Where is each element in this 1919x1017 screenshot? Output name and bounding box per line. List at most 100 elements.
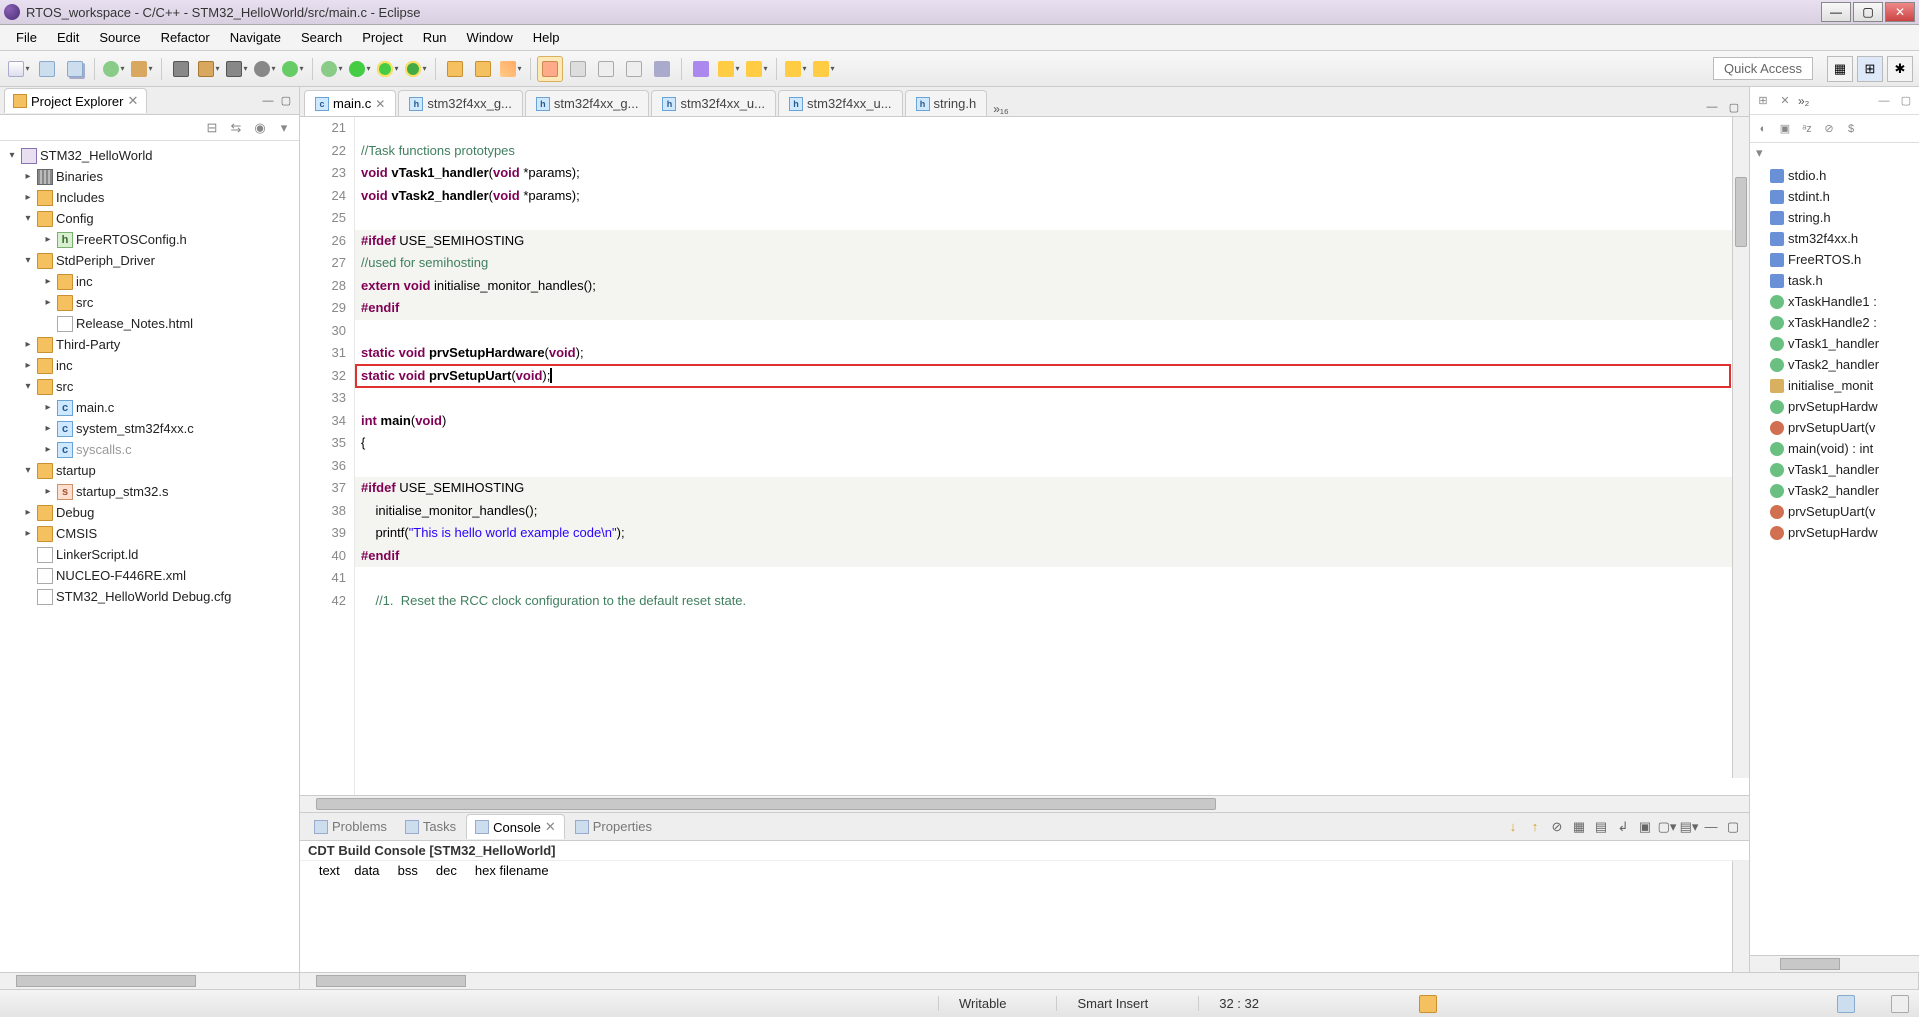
- outline-menu-button[interactable]: ▾: [1756, 145, 1763, 160]
- run-last-button[interactable]: ▾: [375, 56, 401, 82]
- code-line[interactable]: [355, 207, 1749, 230]
- new-console-button[interactable]: ▢▾: [1657, 817, 1677, 837]
- bottom-tab-console[interactable]: Console ✕: [466, 814, 565, 839]
- quick-access-input[interactable]: Quick Access: [1713, 57, 1813, 80]
- minimize-view-button[interactable]: —: [259, 92, 277, 110]
- outline-hide2-button[interactable]: $: [1842, 120, 1860, 138]
- outline-item[interactable]: initialise_monit: [1752, 375, 1917, 396]
- tree-item[interactable]: ▸src: [0, 292, 299, 313]
- editor-tab[interactable]: hstm32f4xx_u...: [651, 90, 776, 116]
- debug-button[interactable]: ▾: [319, 56, 345, 82]
- terminate-button[interactable]: ▤▾: [1679, 817, 1699, 837]
- outline-item[interactable]: stdio.h: [1752, 165, 1917, 186]
- expand-icon[interactable]: ▾: [22, 255, 34, 266]
- outline-az-button[interactable]: ᵃz: [1798, 120, 1816, 138]
- outer-horizontal-scrollbar[interactable]: [0, 972, 1919, 989]
- package-button[interactable]: ▾: [196, 56, 222, 82]
- expand-icon[interactable]: ▸: [22, 507, 34, 518]
- close-icon[interactable]: ✕: [375, 97, 385, 111]
- focus-button[interactable]: ◉: [251, 119, 269, 137]
- code-line[interactable]: printf("This is hello world example code…: [355, 522, 1749, 545]
- tree-item[interactable]: ▸Includes: [0, 187, 299, 208]
- outline-horizontal-scrollbar[interactable]: [1750, 955, 1919, 972]
- target-button[interactable]: ▾: [224, 56, 250, 82]
- open-perspective-button[interactable]: ▦: [1827, 56, 1853, 82]
- menu-source[interactable]: Source: [89, 26, 150, 49]
- step-up-button[interactable]: ▾: [744, 56, 770, 82]
- outline-maximize-button[interactable]: ▢: [1897, 92, 1915, 110]
- console-vertical-scrollbar[interactable]: [1732, 861, 1749, 972]
- editor-tab[interactable]: cmain.c✕: [304, 90, 396, 116]
- console-minimize-button[interactable]: —: [1701, 817, 1721, 837]
- toggle-breadcrumb-button[interactable]: [621, 56, 647, 82]
- expand-icon[interactable]: ▸: [42, 297, 54, 308]
- code-line[interactable]: {: [355, 432, 1749, 455]
- code-line[interactable]: static void prvSetupHardware(void);: [355, 342, 1749, 365]
- tree-item[interactable]: ▸inc: [0, 355, 299, 376]
- editor-tab[interactable]: hstm32f4xx_u...: [778, 90, 903, 116]
- outline-item[interactable]: prvSetupHardw: [1752, 396, 1917, 417]
- tree-item[interactable]: ▾src: [0, 376, 299, 397]
- expand-icon[interactable]: ▾: [22, 465, 34, 476]
- code-line[interactable]: extern void initialise_monitor_handles()…: [355, 275, 1749, 298]
- expand-icon[interactable]: ▸: [42, 444, 54, 455]
- new-button[interactable]: ▾: [6, 56, 32, 82]
- code-line[interactable]: //1. Reset the RCC clock configuration t…: [355, 590, 1749, 613]
- expand-icon[interactable]: ▸: [22, 528, 34, 539]
- tree-item[interactable]: ▸CMSIS: [0, 523, 299, 544]
- code-line[interactable]: //Task functions prototypes: [355, 140, 1749, 163]
- debug-perspective-button[interactable]: ✱: [1887, 56, 1913, 82]
- tree-item[interactable]: ▾StdPeriph_Driver: [0, 250, 299, 271]
- code-line[interactable]: [355, 117, 1749, 140]
- toggle-block-button[interactable]: [565, 56, 591, 82]
- editor-tab[interactable]: hstring.h: [905, 90, 988, 116]
- minimize-editor-button[interactable]: —: [1703, 98, 1721, 116]
- menu-navigate[interactable]: Navigate: [220, 26, 291, 49]
- build-status-icon[interactable]: [1419, 995, 1437, 1013]
- expand-icon[interactable]: ▸: [22, 360, 34, 371]
- tree-item[interactable]: ▸main.c: [0, 397, 299, 418]
- outline-item[interactable]: stm32f4xx.h: [1752, 228, 1917, 249]
- wand-button[interactable]: ▾: [498, 56, 524, 82]
- nav-fwd-button[interactable]: ▾: [811, 56, 837, 82]
- outline-item[interactable]: xTaskHandle2 :: [1752, 312, 1917, 333]
- open-console-button[interactable]: ▣: [1635, 817, 1655, 837]
- tree-item[interactable]: ▸Binaries: [0, 166, 299, 187]
- open-folder-button[interactable]: [470, 56, 496, 82]
- maximize-view-button[interactable]: ▢: [277, 92, 295, 110]
- code-line[interactable]: static void prvSetupUart(void);: [355, 365, 1749, 388]
- pin-editor-button[interactable]: [649, 56, 675, 82]
- tree-item[interactable]: ▸Debug: [0, 502, 299, 523]
- tree-item[interactable]: ▾Config: [0, 208, 299, 229]
- save-all-button[interactable]: [62, 56, 88, 82]
- tree-item[interactable]: ▸inc: [0, 271, 299, 292]
- outline-item[interactable]: prvSetupUart(v: [1752, 501, 1917, 522]
- code-line[interactable]: #endif: [355, 545, 1749, 568]
- expand-icon[interactable]: ▸: [42, 234, 54, 245]
- nav-back-button[interactable]: ▾: [783, 56, 809, 82]
- close-icon[interactable]: ✕: [127, 93, 138, 109]
- code-line[interactable]: void vTask1_handler(void *params);: [355, 162, 1749, 185]
- run-button[interactable]: ▾: [347, 56, 373, 82]
- code-line[interactable]: #endif: [355, 297, 1749, 320]
- code-line[interactable]: //used for semihosting: [355, 252, 1749, 275]
- tree-item[interactable]: ▸Third-Party: [0, 334, 299, 355]
- link-editor-button[interactable]: ⇆: [227, 119, 245, 137]
- tree-item[interactable]: ▾startup: [0, 460, 299, 481]
- open-project-button[interactable]: [442, 56, 468, 82]
- config-button[interactable]: ▾: [252, 56, 278, 82]
- outline-item[interactable]: vTask1_handler: [1752, 333, 1917, 354]
- collapse-all-button[interactable]: ⊟: [203, 119, 221, 137]
- pin-console-button[interactable]: ⊘: [1547, 817, 1567, 837]
- code-line[interactable]: [355, 387, 1749, 410]
- outline-item[interactable]: prvSetupHardw: [1752, 522, 1917, 543]
- menu-refactor[interactable]: Refactor: [151, 26, 220, 49]
- menu-project[interactable]: Project: [352, 26, 412, 49]
- refresh-button[interactable]: ▾: [280, 56, 306, 82]
- menu-run[interactable]: Run: [413, 26, 457, 49]
- outline-item[interactable]: main(void) : int: [1752, 438, 1917, 459]
- outline-minimize-button[interactable]: —: [1875, 92, 1893, 110]
- menu-help[interactable]: Help: [523, 26, 570, 49]
- outline-item[interactable]: FreeRTOS.h: [1752, 249, 1917, 270]
- outline-item[interactable]: xTaskHandle1 :: [1752, 291, 1917, 312]
